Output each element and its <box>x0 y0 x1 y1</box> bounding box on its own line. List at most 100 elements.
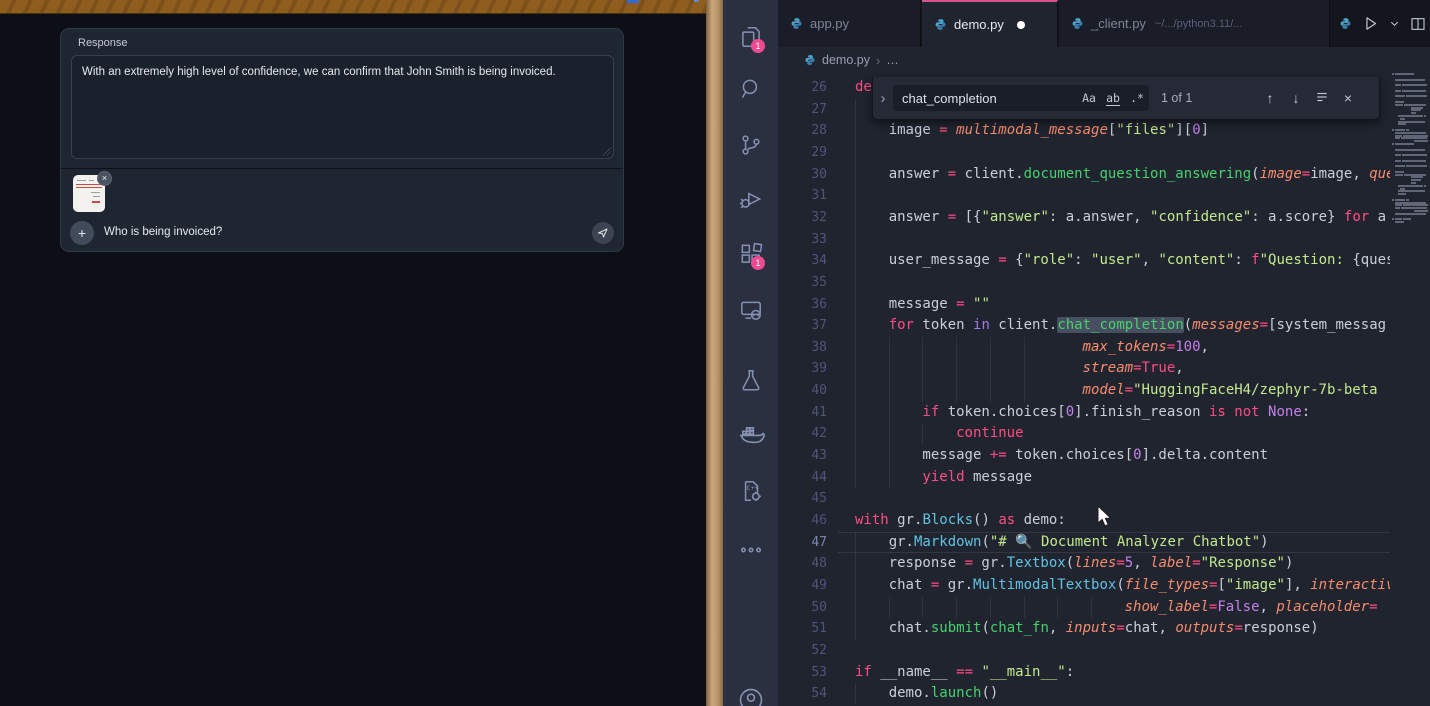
line-number: 38 <box>778 337 827 359</box>
activity-remote-explorer[interactable] <box>723 290 778 330</box>
modified-dot-icon[interactable] <box>1017 21 1025 29</box>
line-number: 34 <box>778 250 827 272</box>
activity-run-debug[interactable] <box>723 179 778 219</box>
activity-source-control[interactable] <box>723 125 778 165</box>
activity-explorer[interactable]: 1 <box>723 17 778 57</box>
code-line[interactable]: 32 answer = [{"answer": a.answer, "confi… <box>778 207 1430 229</box>
tab-apppy[interactable]: app.py <box>778 0 921 47</box>
find-next-button[interactable]: ↓ <box>1283 90 1309 106</box>
code-line[interactable]: 52 <box>778 640 1430 662</box>
split-editor-button[interactable] <box>1410 16 1426 32</box>
code-line[interactable]: 42 continue <box>778 423 1430 445</box>
send-button[interactable] <box>592 222 614 244</box>
code-line[interactable]: 44 yield message <box>778 467 1430 489</box>
tab-demopy[interactable]: demo.py <box>922 0 1058 47</box>
code-text: gr.Markdown("# 🔍 Document Analyzer Chatb… <box>855 532 1390 554</box>
code-line[interactable]: 43 message += token.choices[0].delta.con… <box>778 445 1430 467</box>
activity-testing[interactable] <box>723 360 778 400</box>
activity-docker[interactable] <box>723 416 778 456</box>
regex-button[interactable]: .* <box>1125 91 1149 105</box>
code-text: chat = gr.MultimodalTextbox(file_types=[… <box>855 575 1390 597</box>
breadcrumb[interactable]: demo.py › … <box>778 47 1430 73</box>
run-dropdown-chevron-icon[interactable] <box>1389 18 1400 29</box>
code-line[interactable]: 49 chat = gr.MultimodalTextbox(file_type… <box>778 575 1430 597</box>
browser-top-bar <box>0 0 706 14</box>
code-text: max_tokens=100, <box>855 337 1390 359</box>
line-number: 36 <box>778 294 827 316</box>
line-number: 40 <box>778 380 827 402</box>
code-line[interactable]: 36 message = "" <box>778 294 1430 316</box>
card-divider <box>61 168 623 169</box>
screen: Response With an extremely high level of… <box>0 0 1430 706</box>
browser-chip <box>694 0 699 2</box>
code-line[interactable]: 31 <box>778 185 1430 207</box>
code-line[interactable]: 30 answer = client.document_question_ans… <box>778 164 1430 186</box>
whole-word-button[interactable]: ab <box>1101 91 1125 105</box>
python-icon <box>934 18 947 31</box>
code-line[interactable]: 28 image = multimodal_message["files"][0… <box>778 120 1430 142</box>
chat-input[interactable]: Who is being invoiced? <box>104 226 544 238</box>
response-textarea[interactable]: With an extremely high level of confiden… <box>71 55 614 159</box>
code-text <box>855 229 1390 251</box>
code-line[interactable]: 54 demo.launch() <box>778 683 1430 705</box>
breadcrumb-file[interactable]: demo.py <box>822 53 870 67</box>
editor-actions <box>1339 0 1426 47</box>
code-line[interactable]: 51 chat.submit(chat_fn, inputs=chat, out… <box>778 618 1430 640</box>
browser-chip <box>627 0 639 3</box>
code-text: with gr.Blocks() as demo: <box>855 510 1390 532</box>
tab-label: _client.py <box>1091 16 1146 31</box>
line-number: 44 <box>778 467 827 489</box>
code-line[interactable]: 53if __name__ == "__main__": <box>778 662 1430 684</box>
code-text <box>855 142 1390 164</box>
resize-handle-icon[interactable] <box>602 147 611 156</box>
code-line[interactable]: 40 model="HuggingFaceH4/zephyr-7b-beta <box>778 380 1430 402</box>
code-line[interactable]: 37 for token in client.chat_completion(m… <box>778 315 1430 337</box>
tab-path: ~/.../python3.11/... <box>1155 18 1243 30</box>
python-icon <box>1339 17 1352 30</box>
breadcrumb-more[interactable]: … <box>886 53 899 67</box>
mouse-cursor <box>1097 506 1114 528</box>
find-close-button[interactable]: × <box>1335 90 1361 106</box>
code-line[interactable]: 41 if token.choices[0].finish_reason is … <box>778 402 1430 424</box>
line-number: 45 <box>778 488 827 510</box>
find-in-selection-icon <box>1315 90 1329 104</box>
remove-attachment-button[interactable]: × <box>97 171 112 186</box>
add-file-button[interactable]: + <box>70 221 94 245</box>
find-previous-button[interactable]: ↑ <box>1257 90 1283 106</box>
response-text: With an extremely high level of confiden… <box>82 66 556 78</box>
find-input[interactable]: chat_completion Aa ab .* <box>893 85 1149 111</box>
code-line[interactable]: 29 <box>778 142 1430 164</box>
line-number: 27 <box>778 99 827 121</box>
activity-tools-file[interactable]: C++ <box>723 471 778 511</box>
run-debug-icon <box>738 186 764 212</box>
activity-extensions[interactable]: 1 <box>723 234 778 274</box>
line-number: 33 <box>778 229 827 251</box>
search-icon <box>738 76 764 102</box>
line-number: 46 <box>778 510 827 532</box>
testing-icon <box>738 367 764 393</box>
code-line[interactable]: 35 <box>778 272 1430 294</box>
account-icon <box>737 686 765 706</box>
code-line[interactable]: 34 user_message = {"role": "user", "cont… <box>778 250 1430 272</box>
find-in-selection-button[interactable] <box>1309 90 1335 107</box>
tab-label: app.py <box>810 16 849 31</box>
gradio-app-pane: Response With an extremely high level of… <box>0 0 706 706</box>
activity-account[interactable] <box>723 680 778 706</box>
code-text <box>855 272 1390 294</box>
find-toggle-chevron-icon[interactable]: › <box>873 90 893 107</box>
code-editor[interactable]: 26def chat_fn(multimodal_message):27 28 … <box>778 73 1430 706</box>
activity-search[interactable] <box>723 69 778 109</box>
minimap[interactable] <box>1390 73 1430 706</box>
code-line[interactable]: 39 stream=True, <box>778 358 1430 380</box>
code-line[interactable]: 38 max_tokens=100, <box>778 337 1430 359</box>
code-line[interactable]: 48 response = gr.Textbox(lines=5, label=… <box>778 553 1430 575</box>
code-line[interactable]: 50 show_label=False, placeholder= <box>778 597 1430 619</box>
run-button[interactable] <box>1362 15 1379 32</box>
activity-more[interactable] <box>723 530 778 570</box>
match-case-button[interactable]: Aa <box>1077 91 1101 105</box>
line-number: 49 <box>778 575 827 597</box>
code-line[interactable]: 47 gr.Markdown("# 🔍 Document Analyzer Ch… <box>778 532 1430 554</box>
code-line[interactable]: 33 <box>778 229 1430 251</box>
find-widget: › chat_completion Aa ab .* 1 of 1 ↑ ↓ <box>872 77 1380 120</box>
tab-_clientpy[interactable]: _client.py ~/.../python3.11/... <box>1059 0 1330 47</box>
